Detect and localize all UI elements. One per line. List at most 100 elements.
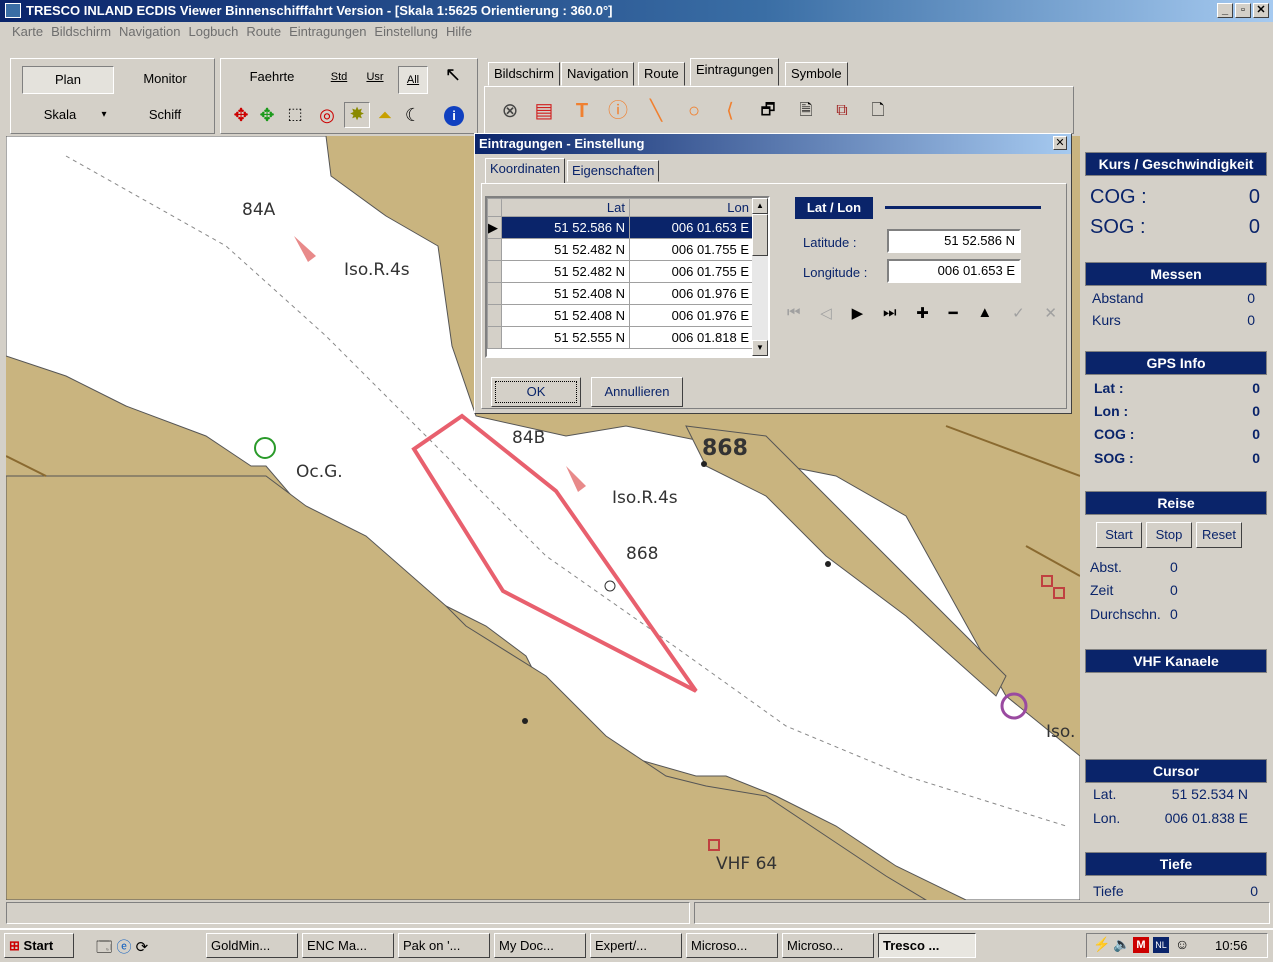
line-tool-icon[interactable]: ╲ (644, 99, 668, 123)
select-area-icon[interactable]: ⬚ (284, 104, 306, 126)
menu-karte[interactable]: Karte (8, 22, 47, 42)
all-button[interactable]: All (398, 66, 428, 94)
delete-entry-icon[interactable]: ⊗ (498, 99, 522, 123)
task-expert[interactable]: Expert/... (590, 933, 682, 958)
last-record-icon[interactable]: ⏭ (883, 304, 897, 324)
reise-stop-button[interactable]: Stop (1146, 522, 1192, 548)
pointer-icon[interactable]: ↖ (440, 64, 466, 92)
usr-button[interactable]: Usr (362, 66, 388, 90)
language-icon[interactable]: NL (1153, 937, 1169, 953)
messenger-icon[interactable]: ☺ (1175, 936, 1189, 952)
night-icon[interactable]: ☾ (402, 104, 424, 126)
warning-tool-icon[interactable]: ⓘ (606, 99, 630, 123)
polygon-tool-icon[interactable]: ⟨ (718, 99, 742, 123)
volume-icon[interactable]: 🔈 (1113, 936, 1130, 953)
abstand-label: Abstand (1092, 290, 1144, 306)
table-row[interactable]: 51 52.408 N 006 01.976 E (487, 304, 754, 327)
circle-tool-icon[interactable]: ○ (682, 99, 706, 123)
monitor-button[interactable]: Monitor (120, 66, 210, 94)
copy-document-icon[interactable]: ⧉ (830, 99, 854, 123)
coordinates-grid[interactable]: Lat Lon ▶ 51 52.586 N 006 01.653 E 51 52.48… (485, 196, 770, 358)
longitude-field[interactable]: 006 01.653 E (887, 259, 1021, 283)
dialog-title: Eintragungen - Einstellung (475, 134, 1071, 154)
latitude-field[interactable]: 51 52.586 N (887, 229, 1021, 253)
schiff-button[interactable]: Schiff (120, 104, 210, 128)
minimize-button[interactable]: _ (1217, 3, 1233, 18)
post-record-icon[interactable]: ✓ (1012, 304, 1025, 324)
tab-eigenschaften[interactable]: Eigenschaften (567, 160, 660, 182)
column-lon[interactable]: Lon (629, 198, 754, 217)
edit-record-icon[interactable]: ▲ (977, 304, 992, 324)
ok-button[interactable]: OK (491, 377, 581, 407)
menu-navigation[interactable]: Navigation (115, 22, 184, 42)
task-enc-ma[interactable]: ENC Ma... (302, 933, 394, 958)
day-icon[interactable]: ⏶ (374, 104, 396, 126)
cancel-record-icon[interactable]: ✕ (1044, 304, 1057, 324)
table-row[interactable]: ▶ 51 52.586 N 006 01.653 E (487, 216, 754, 239)
next-record-icon[interactable]: ▶ (852, 304, 864, 324)
table-row[interactable]: 51 52.555 N 006 01.818 E (487, 326, 754, 349)
close-button[interactable]: ✕ (1253, 3, 1269, 18)
prior-record-icon[interactable]: ◁ (820, 304, 832, 324)
start-button[interactable]: ⊞ Start (4, 933, 74, 958)
latlon-label: Lat / Lon (795, 197, 873, 219)
menu-bildschirm[interactable]: Bildschirm (47, 22, 115, 42)
menu-route[interactable]: Route (242, 22, 285, 42)
table-row[interactable]: 51 52.482 N 006 01.755 E (487, 238, 754, 261)
tab-route[interactable]: Route (638, 62, 685, 86)
reise-reset-button[interactable]: Reset (1196, 522, 1242, 548)
skala-dropdown-icon[interactable]: ▾ (96, 104, 112, 128)
std-button[interactable]: Std (326, 66, 352, 90)
scroll-up-icon[interactable]: ▲ (752, 198, 768, 214)
gps-lat-label: Lat : (1094, 380, 1124, 396)
red-compass-icon[interactable]: ✥ (230, 104, 252, 126)
target-icon[interactable]: ◎ (316, 104, 338, 126)
browser-icon[interactable]: ⓔ (116, 939, 131, 956)
task-microsoft-excel[interactable]: Microso... (686, 933, 778, 958)
desktop-icon[interactable]: 🗔 (96, 939, 112, 956)
column-lat[interactable]: Lat (501, 198, 630, 217)
tab-bildschirm[interactable]: Bildschirm (488, 62, 560, 86)
menu-logbuch[interactable]: Logbuch (184, 22, 242, 42)
menu-einstellung[interactable]: Einstellung (370, 22, 442, 42)
scroll-down-icon[interactable]: ▼ (752, 340, 768, 356)
skala-button[interactable]: Skala (28, 104, 92, 128)
tab-symbole[interactable]: Symbole (785, 62, 848, 86)
table-row[interactable]: 51 52.408 N 006 01.976 E (487, 282, 754, 305)
cursor-lon-label: Lon. (1093, 810, 1121, 826)
task-tresco[interactable]: Tresco ... (878, 933, 976, 958)
task-goldmin[interactable]: GoldMin... (206, 933, 298, 958)
menu-hilfe[interactable]: Hilfe (442, 22, 476, 42)
delete-record-icon[interactable]: ━ (949, 304, 958, 324)
cancel-button[interactable]: Annullieren (591, 377, 683, 407)
channels-icon[interactable]: ⟳ (136, 939, 149, 956)
tab-navigation[interactable]: Navigation (561, 62, 635, 86)
task-my-doc[interactable]: My Doc... (494, 933, 586, 958)
info-icon[interactable]: i (444, 106, 464, 126)
tab-eintragungen[interactable]: Eintragungen (690, 58, 780, 86)
tab-koordinaten[interactable]: Koordinaten (485, 158, 566, 184)
document-icon[interactable]: 🗎 (794, 99, 818, 123)
text-tool-icon[interactable]: T (570, 99, 594, 123)
menu-eintragungen[interactable]: Eintragungen (285, 22, 370, 42)
plan-button[interactable]: Plan (22, 66, 114, 94)
dialog-close-button[interactable]: ✕ (1053, 136, 1067, 150)
table-row[interactable]: 51 52.482 N 006 01.755 E (487, 260, 754, 283)
task-pak-on[interactable]: Pak on '... (398, 933, 490, 958)
light-icon[interactable]: ✸ (344, 102, 370, 128)
insert-record-icon[interactable]: ✚ (916, 304, 929, 324)
new-document-icon[interactable]: 🗋 (866, 99, 890, 123)
properties-icon[interactable]: 🗗 (756, 99, 780, 123)
scroll-thumb[interactable] (752, 214, 768, 256)
gps-lon-value: 0 (1252, 403, 1260, 419)
task-microsoft-word[interactable]: Microso... (782, 933, 874, 958)
reise-start-button[interactable]: Start (1096, 522, 1142, 548)
grid-scrollbar[interactable]: ▲ ▼ (752, 198, 768, 356)
first-record-icon[interactable]: ⏮ (787, 304, 801, 324)
antivirus-icon[interactable]: M (1133, 937, 1149, 953)
network-icon[interactable]: ⚡ (1093, 936, 1110, 953)
maximize-button[interactable]: ▫ (1235, 3, 1251, 18)
green-compass-icon[interactable]: ✥ (256, 104, 278, 126)
list-entry-icon[interactable]: ▤ (532, 99, 556, 123)
faehrte-button[interactable]: Faehrte (242, 66, 302, 90)
